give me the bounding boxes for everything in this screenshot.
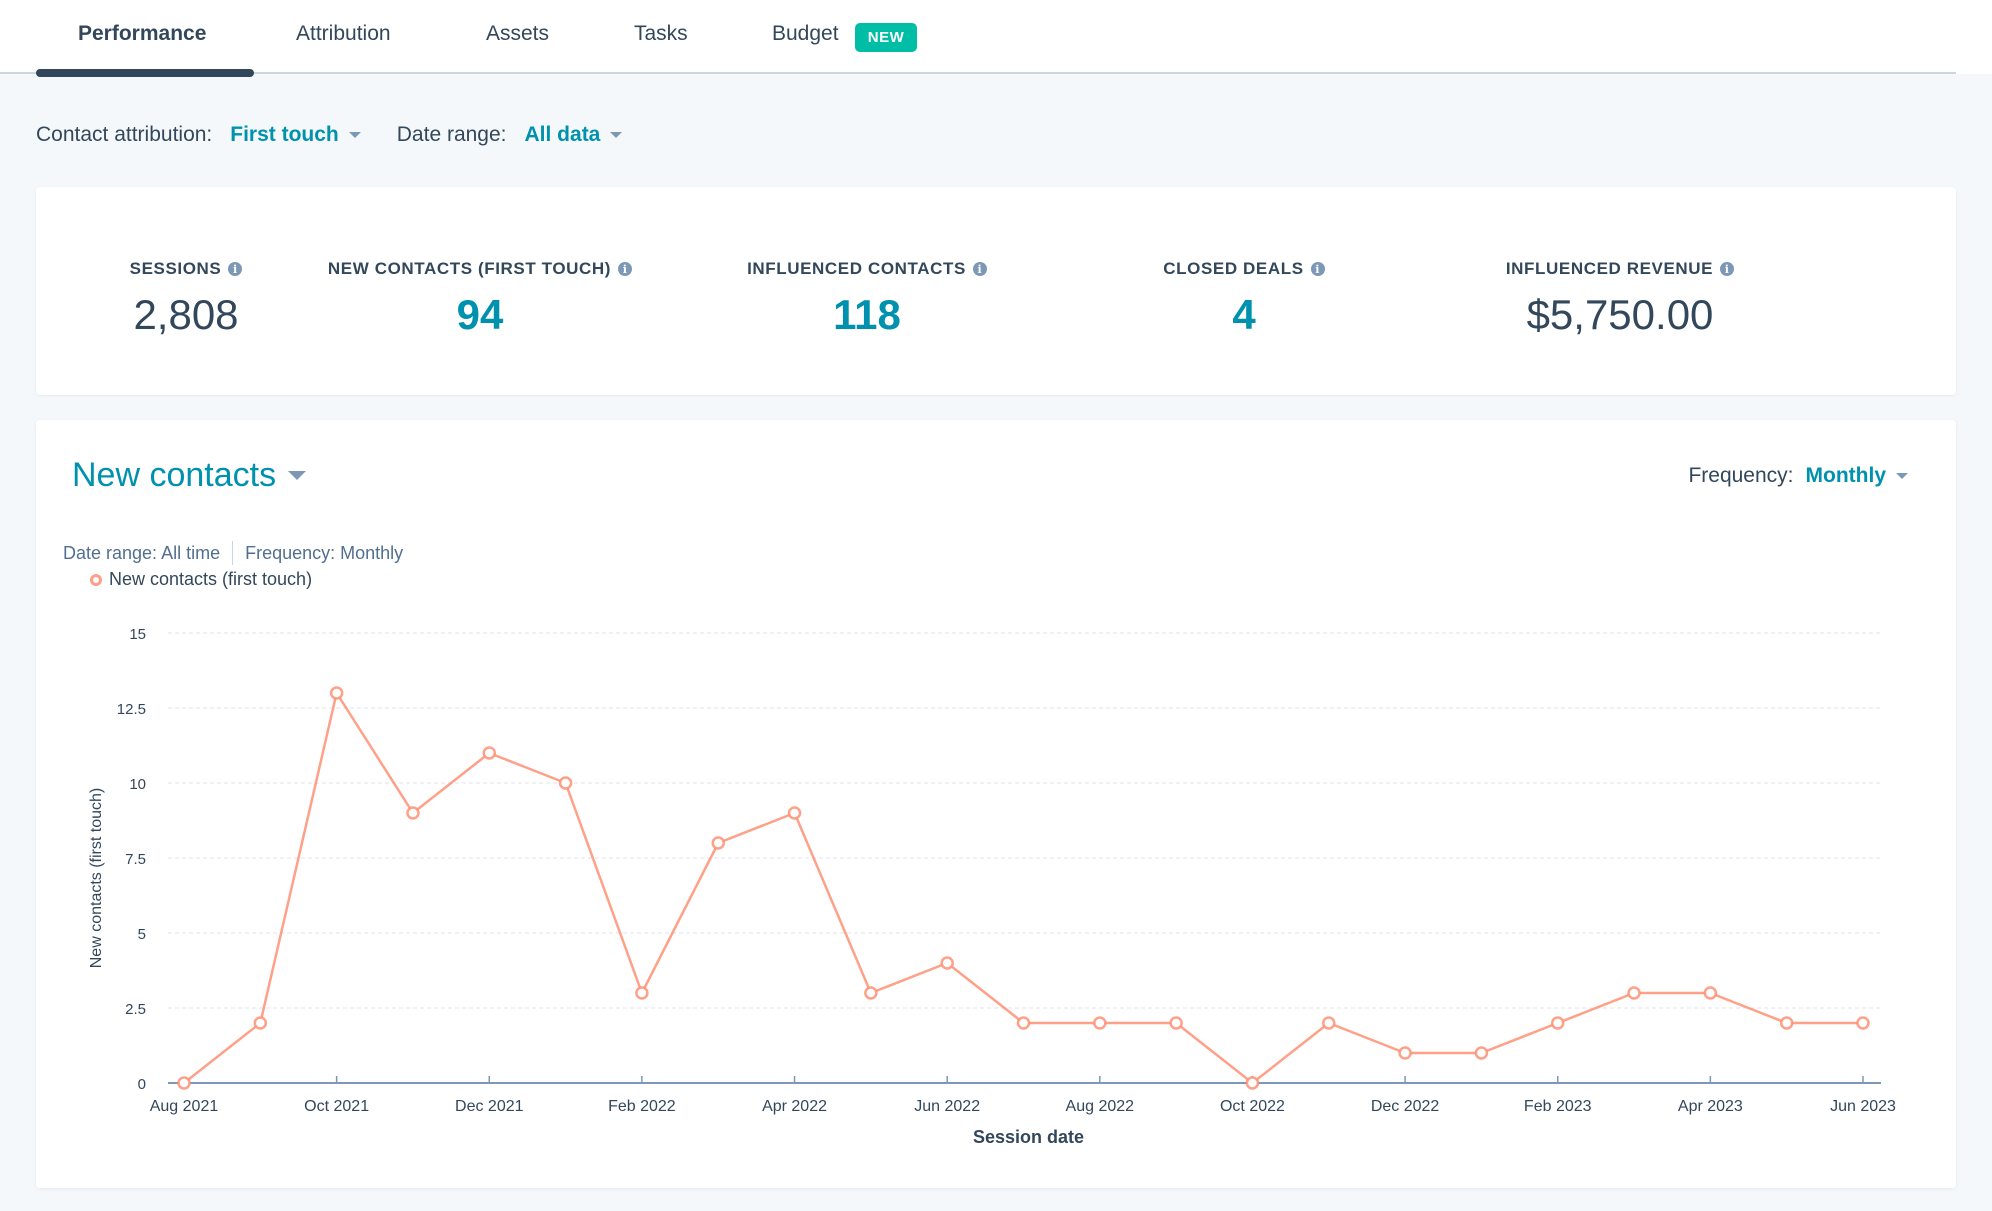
- y-tick-label: 12.5: [117, 701, 146, 718]
- contact-attribution-dropdown[interactable]: First touch: [230, 123, 361, 147]
- date-range-dropdown[interactable]: All data: [525, 123, 623, 147]
- info-icon[interactable]: i: [972, 262, 987, 276]
- data-point[interactable]: [711, 836, 725, 850]
- x-tick-label: Feb 2023: [1524, 1098, 1592, 1115]
- data-point[interactable]: [1627, 986, 1641, 1000]
- data-point[interactable]: [1245, 1076, 1260, 1090]
- stat-value: $5,750.00: [1526, 291, 1714, 338]
- x-tick-label: Dec 2021: [455, 1098, 524, 1115]
- filter-bar: Contact attribution: First touch Date ra…: [36, 120, 658, 150]
- y-tick-label: 2.5: [125, 1001, 146, 1018]
- stat-value-link[interactable]: 4: [1054, 291, 1434, 339]
- date-range-label: Date range:: [396, 123, 507, 146]
- data-point[interactable]: [253, 1016, 268, 1030]
- new-badge: NEW: [855, 23, 917, 52]
- y-tick-label: 7.5: [125, 851, 146, 868]
- data-point[interactable]: [1322, 1016, 1336, 1030]
- data-point[interactable]: [864, 986, 878, 1000]
- data-point[interactable]: [1779, 1016, 1794, 1030]
- summary-stats-card: SESSIONS i 2,808 NEW CONTACTS (FIRST TOUC…: [36, 187, 1956, 395]
- x-tick-label: Oct 2022: [1220, 1098, 1285, 1115]
- data-point[interactable]: [482, 746, 497, 760]
- stat-label: NEW CONTACTS (FIRST TOUCH): [327, 259, 612, 278]
- y-tick-label: 5: [138, 926, 146, 943]
- caret-down-icon: [348, 132, 361, 138]
- data-point[interactable]: [177, 1076, 191, 1090]
- data-point[interactable]: [1856, 1016, 1870, 1030]
- date-range-filter: Date range: All data: [397, 123, 623, 147]
- data-point[interactable]: [635, 986, 649, 1000]
- active-tab-indicator: [36, 69, 254, 77]
- stat-new-contacts: NEW CONTACTS (FIRST TOUCH) i 94: [290, 259, 670, 339]
- data-point[interactable]: [940, 956, 954, 970]
- tab-attribution[interactable]: Attribution: [296, 22, 391, 46]
- data-point[interactable]: [1474, 1046, 1489, 1060]
- x-tick-label: Aug 2022: [1066, 1098, 1135, 1115]
- x-tick-label: Apr 2023: [1678, 1098, 1743, 1115]
- stat-label: SESSIONS: [129, 259, 222, 278]
- tab-budget[interactable]: Budget: [772, 22, 839, 46]
- data-point[interactable]: [406, 806, 420, 820]
- stat-label: INFLUENCED REVENUE: [1505, 259, 1714, 278]
- x-tick-label: Dec 2022: [1371, 1098, 1440, 1115]
- data-point[interactable]: [329, 686, 344, 700]
- stat-influenced-revenue: INFLUENCED REVENUE i $5,750.00: [1430, 259, 1810, 339]
- contact-attribution-label: Contact attribution:: [36, 123, 213, 146]
- info-icon[interactable]: i: [1720, 262, 1735, 276]
- contact-attribution-value: First touch: [230, 123, 339, 146]
- y-axis-title: New contacts (first touch): [88, 788, 105, 969]
- info-icon[interactable]: i: [618, 262, 633, 276]
- tab-performance[interactable]: Performance: [78, 22, 206, 46]
- stat-closed-deals: CLOSED DEALS i 4: [1054, 259, 1434, 339]
- tab-bar: Performance Attribution Assets Tasks Bud…: [0, 0, 1992, 77]
- data-point[interactable]: [558, 776, 573, 790]
- y-tick-label: 0: [138, 1076, 146, 1093]
- caret-down-icon: [610, 132, 623, 138]
- x-tick-label: Jun 2023: [1830, 1098, 1896, 1115]
- info-icon[interactable]: i: [228, 262, 243, 276]
- stat-label: INFLUENCED CONTACTS: [747, 259, 966, 278]
- tab-assets[interactable]: Assets: [486, 22, 549, 46]
- stat-influenced-contacts: INFLUENCED CONTACTS i 118: [677, 259, 1057, 339]
- data-point[interactable]: [1703, 986, 1718, 1000]
- x-tick-label: Apr 2022: [762, 1098, 827, 1115]
- new-contacts-chart-card: New contacts Frequency: Monthly Date ran…: [36, 420, 1956, 1188]
- x-tick-label: Jun 2022: [914, 1098, 980, 1115]
- y-tick-label: 10: [129, 776, 146, 793]
- x-axis-title: Session date: [973, 1127, 1084, 1147]
- x-tick-label: Aug 2021: [150, 1098, 219, 1115]
- stat-value-link[interactable]: 118: [677, 291, 1057, 339]
- contact-attribution-filter: Contact attribution: First touch: [36, 123, 361, 147]
- stat-value-link[interactable]: 94: [290, 291, 670, 339]
- date-range-value: All data: [524, 123, 601, 146]
- data-point[interactable]: [1398, 1046, 1412, 1060]
- info-icon[interactable]: i: [1310, 262, 1325, 276]
- y-tick-label: 15: [129, 626, 146, 643]
- tab-tasks[interactable]: Tasks: [634, 22, 688, 46]
- line-chart: 0 2.5 5 7.5 10 12.5 15 Aug 2021 Oct 2021 Dec 2021…: [88, 626, 1896, 1147]
- data-point[interactable]: [787, 806, 802, 820]
- data-point[interactable]: [1093, 1016, 1107, 1030]
- x-tick-label: Feb 2022: [608, 1098, 676, 1115]
- stat-label: CLOSED DEALS: [1163, 259, 1304, 278]
- data-point[interactable]: [1550, 1016, 1565, 1030]
- data-point[interactable]: [1169, 1016, 1183, 1030]
- data-point[interactable]: [1016, 1016, 1031, 1030]
- tab-bar-divider: [0, 72, 1956, 74]
- x-tick-label: Oct 2021: [304, 1098, 369, 1115]
